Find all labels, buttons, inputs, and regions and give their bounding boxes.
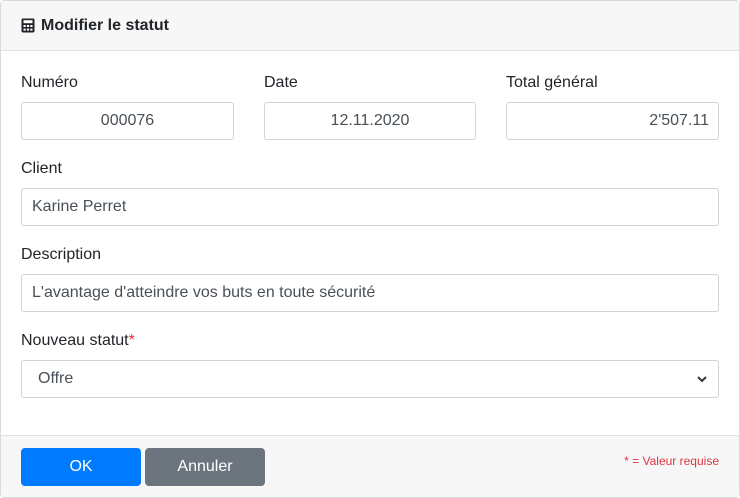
description-field[interactable]: L'avantage d'atteindre vos buts en toute…	[21, 274, 719, 312]
numero-field[interactable]: 000076	[21, 102, 234, 140]
date-field[interactable]: 12.11.2020	[264, 102, 476, 140]
date-label: Date	[264, 74, 298, 91]
total-label: Total général	[506, 74, 598, 91]
cancel-button[interactable]: Annuler	[145, 448, 265, 486]
status-label: Nouveau statut*	[21, 332, 135, 350]
status-label-text: Nouveau statut	[21, 332, 129, 349]
client-field[interactable]: Karine Perret	[21, 188, 719, 226]
dialog-title: Modifier le statut	[41, 16, 170, 34]
client-value: Karine Perret	[32, 198, 127, 215]
total-field[interactable]: 2'507.11	[506, 102, 719, 140]
status-select[interactable]: Offre	[21, 360, 719, 398]
numero-label: Numéro	[21, 74, 78, 91]
client-label: Client	[21, 160, 62, 177]
dialog-footer: OK Annuler * = Valeur requise	[1, 435, 739, 497]
description-label: Description	[21, 246, 102, 263]
ok-button[interactable]: OK	[21, 448, 141, 486]
modify-status-dialog: Modifier le statut Numéro 000076 Date 12…	[0, 0, 740, 498]
numero-value: 000076	[100, 112, 155, 129]
required-asterisk: *	[128, 332, 135, 349]
description-value: L'avantage d'atteindre vos buts en toute…	[32, 284, 376, 301]
required-note: * = Valeur requise	[624, 454, 719, 468]
total-value: 2'507.11	[649, 112, 709, 129]
status-selected-value: Offre	[38, 370, 74, 387]
date-value: 12.11.2020	[330, 112, 410, 129]
dialog-header: Modifier le statut	[1, 1, 739, 51]
chevron-down-icon	[696, 373, 708, 385]
calculator-icon	[21, 18, 35, 33]
